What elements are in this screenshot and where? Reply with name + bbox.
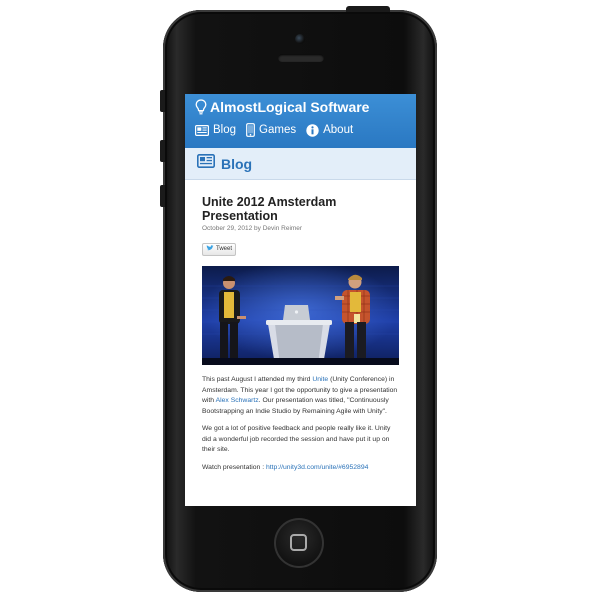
nav-item-blog[interactable]: Blog: [195, 123, 236, 137]
post-title[interactable]: Unite 2012 Amsterdam Presentation: [202, 195, 399, 223]
site-title-text: AlmostLogical Software: [210, 99, 370, 115]
site-header: AlmostLogical Software Blog Games About: [185, 94, 416, 148]
site-title[interactable]: AlmostLogical Software: [195, 99, 369, 115]
phone-icon: [246, 123, 255, 137]
volume-up-button: [160, 140, 165, 162]
mute-switch: [160, 90, 165, 112]
section-title: Blog: [221, 155, 253, 172]
post-meta: October 29, 2012 by Devin Reimer: [202, 225, 303, 232]
front-camera: [295, 34, 305, 44]
home-button-icon: [290, 534, 307, 551]
post-paragraph-2: We got a lot of positive feedback and pe…: [202, 425, 391, 453]
post-paragraph-3: Watch presentation : http://unity3d.com/…: [202, 463, 399, 474]
presentation-link[interactable]: http://unity3d.com/unite/#6952894: [266, 464, 368, 471]
newspaper-icon: [197, 154, 215, 173]
main-nav: Blog Games About: [195, 123, 353, 137]
alex-schwartz-link[interactable]: Alex Schwartz: [216, 397, 259, 404]
tweet-label: Tweet: [216, 246, 233, 252]
watch-label: Watch presentation :: [202, 463, 266, 471]
power-button: [346, 6, 390, 12]
nav-item-games[interactable]: Games: [246, 123, 296, 137]
section-header: Blog: [185, 148, 416, 180]
lightbulb-icon: [195, 99, 207, 115]
newspaper-icon: [195, 124, 209, 136]
earpiece-speaker: [278, 54, 324, 62]
tweet-button[interactable]: Tweet: [202, 242, 237, 256]
twitter-bird-icon: [206, 245, 214, 253]
presentation-photo: [202, 266, 399, 365]
post-text: This past August I attended my third: [202, 376, 313, 383]
nav-label-blog: Blog: [213, 124, 237, 136]
phone-screen: AlmostLogical Software Blog Games About …: [185, 94, 416, 506]
post-content: Unite 2012 Amsterdam Presentation Octobe…: [185, 180, 416, 473]
volume-down-button: [160, 185, 165, 207]
post-paragraph-1: This past August I attended my third Uni…: [202, 375, 399, 417]
nav-label-about: About: [323, 124, 354, 136]
nav-item-about[interactable]: About: [306, 123, 353, 137]
unite-link[interactable]: Unite: [312, 376, 328, 383]
nav-label-games: Games: [259, 124, 297, 136]
info-icon: [306, 123, 319, 137]
